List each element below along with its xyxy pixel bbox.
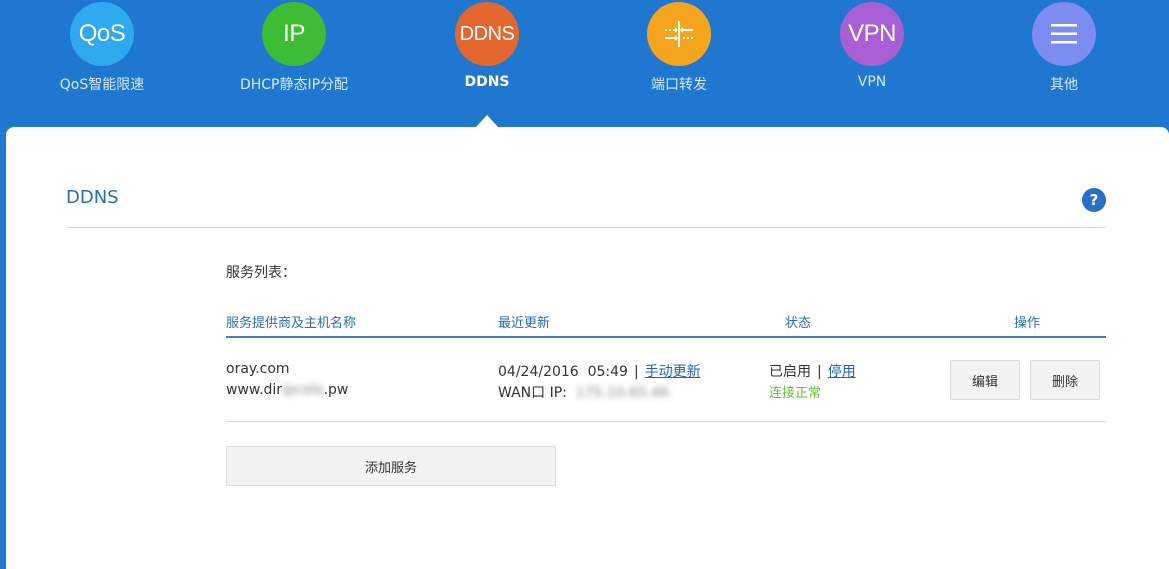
header-last-update: 最近更新 bbox=[498, 316, 551, 331]
ip-icon: IP bbox=[262, 2, 326, 66]
nav-label-ddns: DDNS bbox=[464, 74, 510, 90]
nav-item-port-forward[interactable]: 端口转发 bbox=[589, 0, 769, 94]
separator: | bbox=[633, 364, 639, 380]
nav-label-other: 其他 bbox=[1050, 77, 1078, 93]
row-divider bbox=[226, 421, 1106, 422]
update-date: 04/24/2016 bbox=[498, 364, 579, 380]
disable-link[interactable]: 停用 bbox=[828, 364, 856, 380]
manual-update-link[interactable]: 手动更新 bbox=[645, 364, 701, 380]
port-forward-icon bbox=[647, 2, 711, 66]
header-status: 状态 bbox=[785, 316, 812, 331]
active-tab-pointer bbox=[476, 115, 498, 127]
update-time: 05:49 bbox=[587, 364, 628, 380]
page-title: DDNS bbox=[66, 187, 119, 208]
status-enabled: 已启用 bbox=[769, 364, 811, 380]
ddns-panel: DDNS ? 服务列表： 服务提供商及主机名称 最近更新 状态 操作 oray.… bbox=[6, 127, 1169, 569]
host-name: www.diripcolo.pw bbox=[226, 382, 348, 398]
status-separator: | bbox=[817, 364, 822, 380]
top-nav: QoS QoS智能限速 IP DHCP静态IP分配 DDNS DDNS 端口转发… bbox=[0, 0, 1169, 127]
header-actions: 操作 bbox=[1014, 316, 1041, 331]
wan-ip-value: 175.10.65.46 bbox=[575, 385, 670, 401]
nav-label-vpn: VPN bbox=[857, 74, 887, 90]
nav-item-dhcp[interactable]: IP DHCP静态IP分配 bbox=[204, 0, 384, 94]
connection-status: 连接正常 bbox=[769, 386, 822, 401]
title-divider bbox=[66, 227, 1106, 228]
nav-label-dhcp: DHCP静态IP分配 bbox=[239, 77, 349, 93]
header-provider: 服务提供商及主机名称 bbox=[226, 316, 357, 331]
service-list-label: 服务列表： bbox=[226, 265, 296, 281]
edit-button[interactable]: 编辑 bbox=[950, 360, 1020, 400]
nav-item-vpn[interactable]: VPN VPN bbox=[782, 0, 962, 90]
host-suffix: .pw bbox=[323, 382, 349, 398]
host-hidden: ipcolo bbox=[282, 382, 324, 398]
help-icon[interactable]: ? bbox=[1082, 188, 1106, 212]
host-prefix: www.dir bbox=[226, 382, 283, 398]
provider-name: oray.com bbox=[226, 361, 290, 377]
nav-item-qos[interactable]: QoS QoS智能限速 bbox=[12, 0, 192, 94]
menu-icon bbox=[1032, 2, 1096, 66]
add-service-button[interactable]: 添加服务 bbox=[226, 446, 556, 486]
vpn-icon: VPN bbox=[840, 2, 904, 66]
nav-label-port-forward: 端口转发 bbox=[651, 77, 707, 93]
nav-label-qos: QoS智能限速 bbox=[59, 77, 145, 93]
last-update-time: 04/24/2016 05:49 | 手动更新 bbox=[498, 361, 701, 381]
nav-item-other[interactable]: 其他 bbox=[974, 0, 1154, 94]
wan-ip: WAN口 IP: 175.10.65.46 bbox=[498, 382, 669, 402]
qos-icon: QoS bbox=[70, 2, 134, 66]
header-divider bbox=[226, 336, 1106, 338]
wan-ip-label: WAN口 IP: bbox=[498, 385, 567, 401]
nav-item-ddns[interactable]: DDNS DDNS bbox=[397, 0, 577, 90]
service-status: 已启用 | 停用 bbox=[769, 361, 856, 381]
ddns-icon: DDNS bbox=[455, 2, 519, 66]
delete-button[interactable]: 删除 bbox=[1030, 360, 1100, 400]
